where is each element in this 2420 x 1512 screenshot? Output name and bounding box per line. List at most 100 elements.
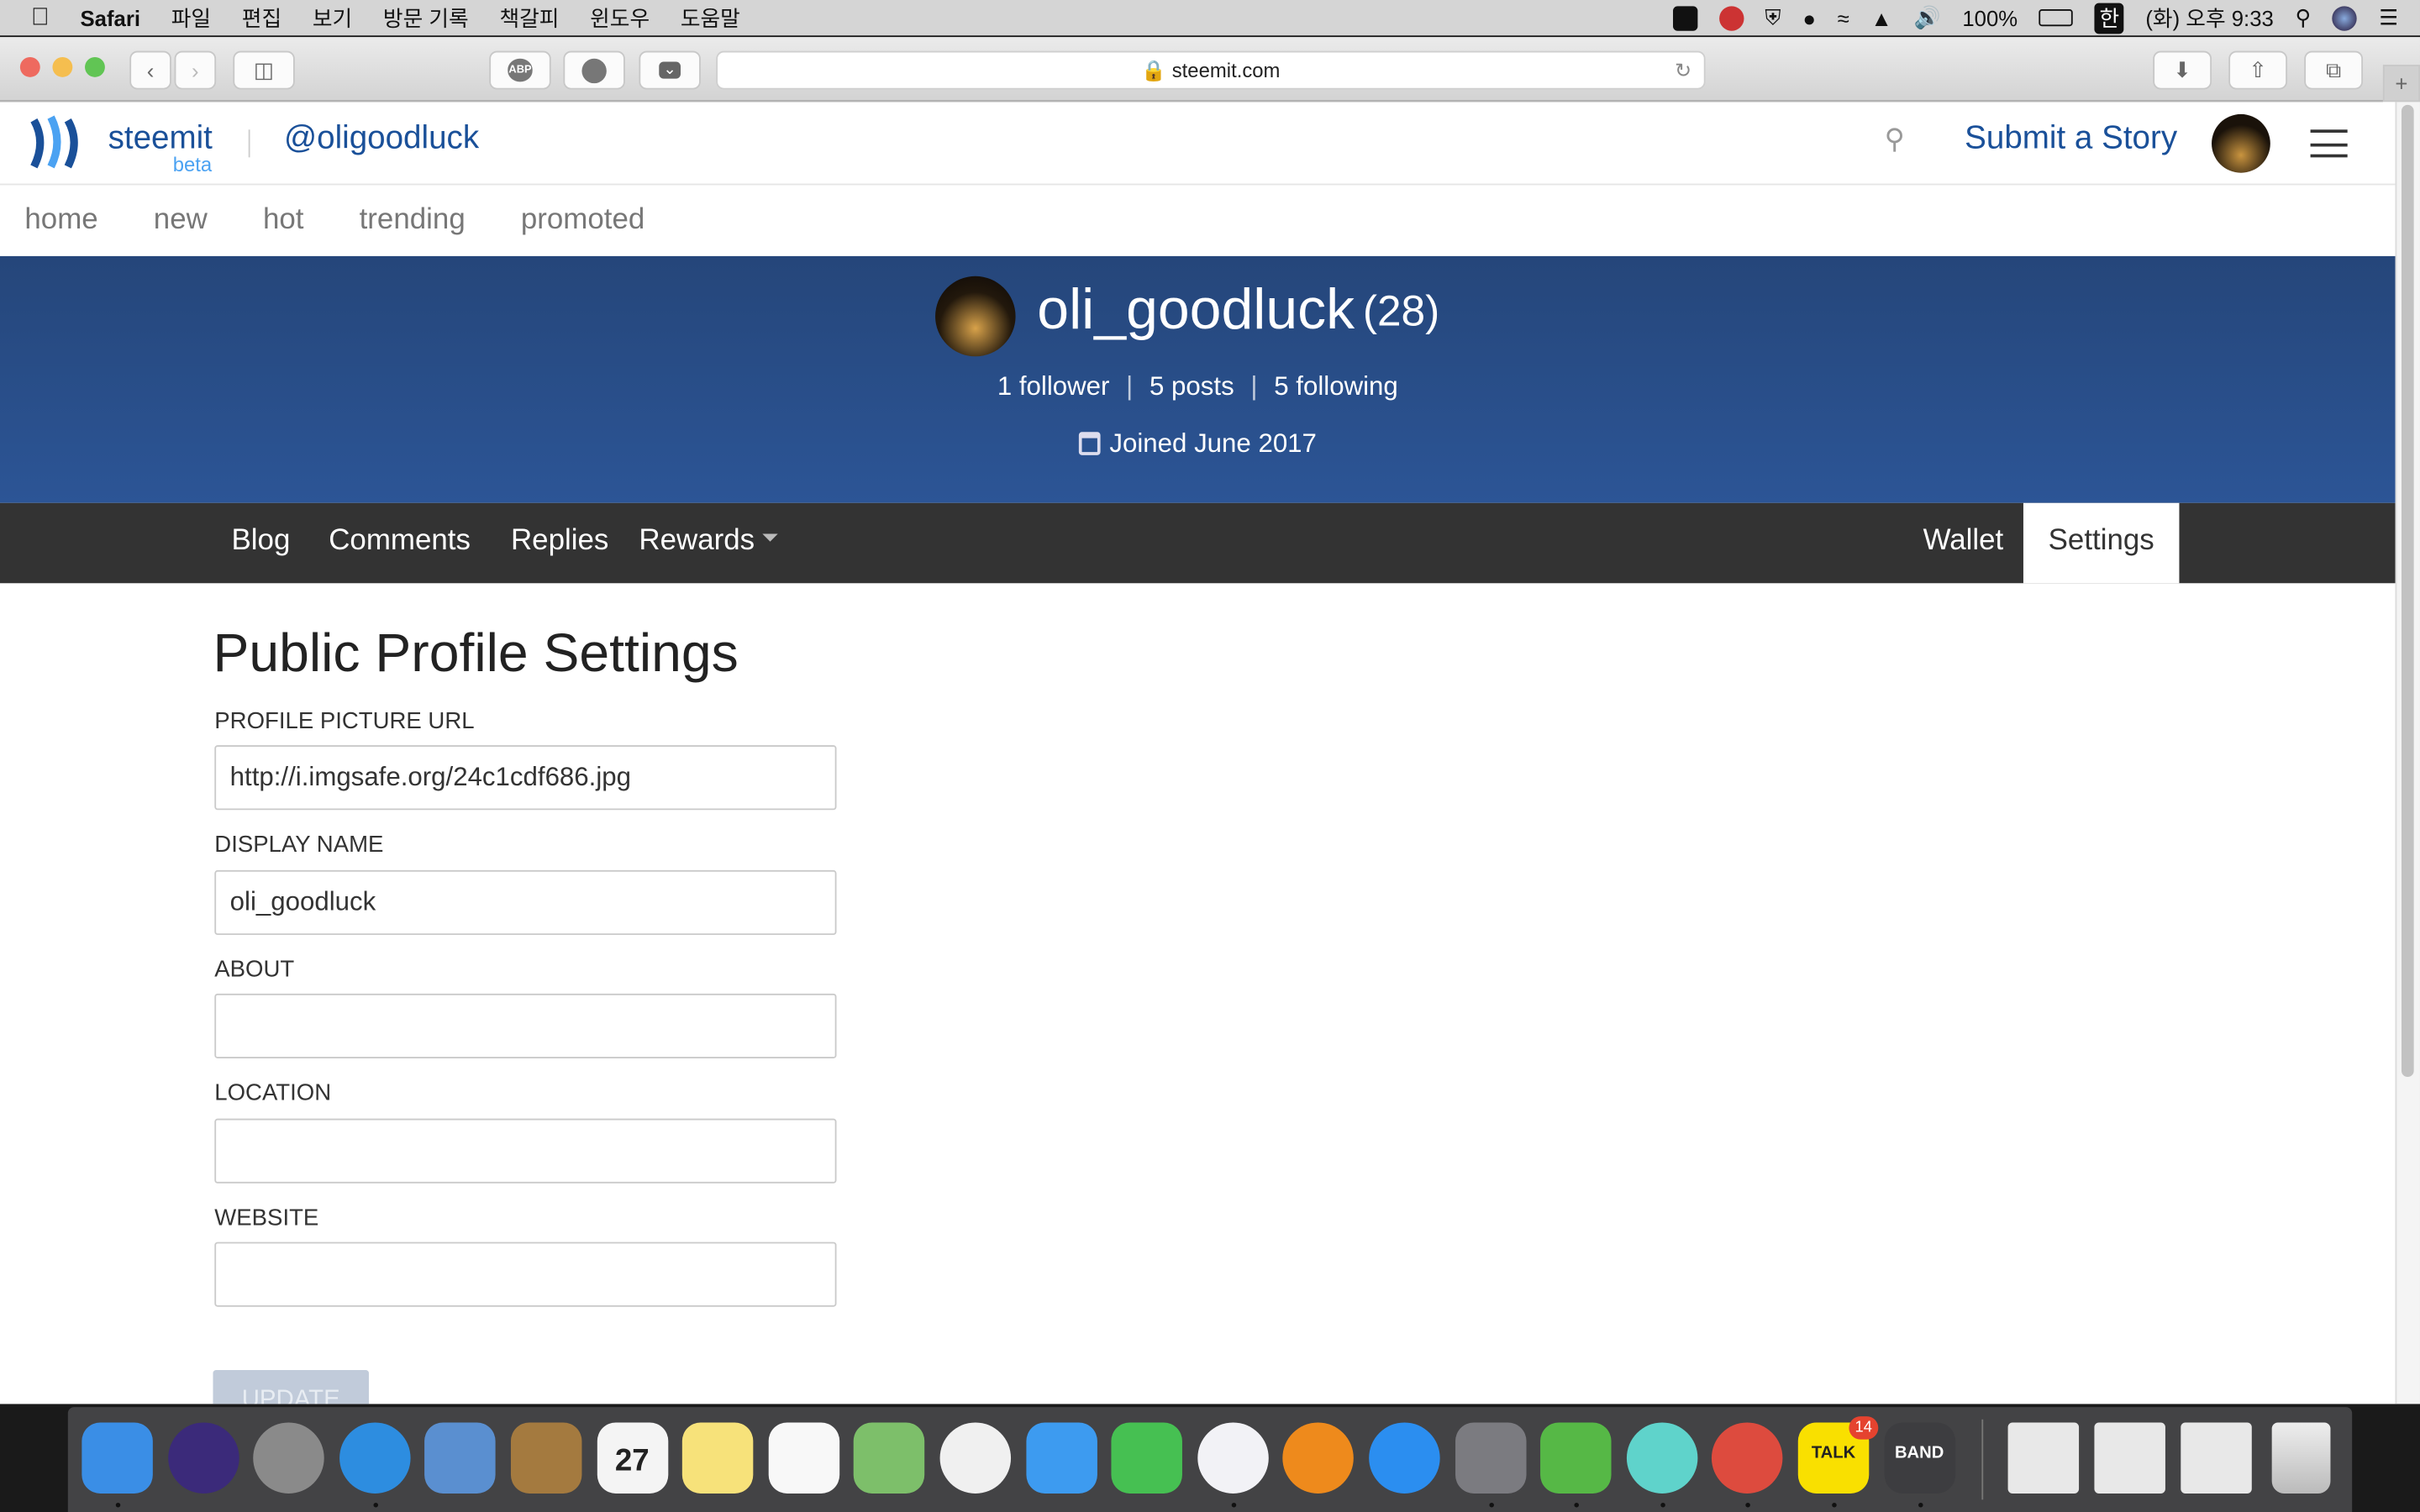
photos-dock-icon[interactable]: [939, 1422, 1012, 1494]
adblock-button[interactable]: ABP: [489, 50, 551, 90]
sidebar-button[interactable]: ◫: [233, 50, 295, 90]
teal-app-dock-icon[interactable]: [1626, 1422, 1698, 1494]
reminders-dock-icon[interactable]: [768, 1422, 839, 1494]
search-icon[interactable]: ⚲: [1885, 123, 1905, 156]
tab-blog[interactable]: Blog: [232, 503, 291, 584]
wifi-icon[interactable]: ≈: [1838, 5, 1849, 29]
following-link[interactable]: 5 following: [1274, 372, 1398, 402]
tab-wallet[interactable]: Wallet: [1923, 503, 2004, 584]
clock[interactable]: (화) 오후 9:33: [2145, 3, 2273, 34]
tab-comments[interactable]: Comments: [329, 503, 471, 584]
messages-dock-icon[interactable]: [1025, 1422, 1097, 1494]
reload-icon[interactable]: ↻: [1675, 52, 1691, 89]
tab-rewards[interactable]: Rewards: [639, 503, 755, 584]
finder-dock-icon[interactable]: [82, 1422, 153, 1494]
system-preferences-dock-icon[interactable]: [1455, 1422, 1526, 1494]
siri-icon[interactable]: [2333, 5, 2358, 30]
band-dock-icon[interactable]: BAND: [1883, 1422, 1955, 1494]
notes-dock-icon[interactable]: [682, 1422, 754, 1494]
tab-replies[interactable]: Replies: [511, 503, 608, 584]
profile-tabs: Blog Comments Replies Rewards Wallet Set…: [0, 502, 2396, 584]
update-button[interactable]: UPDATE: [213, 1370, 369, 1404]
launchpad-dock-icon[interactable]: [253, 1422, 325, 1494]
tab-settings[interactable]: Settings: [2023, 502, 2180, 584]
scrollbar-thumb[interactable]: [2401, 104, 2414, 1078]
running-indicator: [1574, 1502, 1580, 1508]
chrome-dock-icon[interactable]: [1712, 1422, 1784, 1494]
evernote-dock-icon[interactable]: [1540, 1422, 1612, 1494]
trash-icon[interactable]: [2271, 1422, 2331, 1494]
battery-icon[interactable]: [2039, 9, 2074, 27]
volume-icon[interactable]: 🔊: [1914, 5, 1941, 31]
forward-button[interactable]: ›: [174, 50, 217, 90]
menu-view[interactable]: 보기: [313, 3, 352, 34]
apple-menu-icon[interactable]: : [31, 4, 50, 32]
profile-picture-url-input[interactable]: http://i.imgsafe.org/24c1cdf686.jpg: [214, 745, 837, 811]
duckduckgo-button[interactable]: [563, 50, 625, 90]
submit-story-link[interactable]: Submit a Story: [1965, 120, 2177, 157]
ibooks-dock-icon[interactable]: [1283, 1422, 1355, 1494]
minimize-window-button[interactable]: [52, 56, 73, 77]
zoom-window-button[interactable]: [85, 56, 105, 77]
downloads-button[interactable]: ⬇: [2153, 50, 2212, 90]
location-input[interactable]: [214, 1118, 837, 1184]
menu-window[interactable]: 윈도우: [590, 3, 650, 34]
mail-dock-icon[interactable]: [424, 1422, 497, 1494]
address-bar[interactable]: 🔒 steemit.com ↻: [716, 50, 1706, 90]
spotlight-icon[interactable]: ⚲: [2296, 5, 2312, 31]
input-method[interactable]: 한: [2094, 2, 2124, 34]
evernote-icon[interactable]: ●: [1802, 5, 1816, 29]
menu-bookmarks[interactable]: 책갈피: [499, 3, 559, 34]
screenshots-stack-icon[interactable]: [2181, 1422, 2252, 1494]
notification-center-icon[interactable]: ☰: [2379, 5, 2398, 31]
itunes-dock-icon[interactable]: [1197, 1422, 1269, 1494]
dock-separator: [1981, 1419, 1984, 1500]
duckduckgo-icon: [581, 57, 607, 83]
menu-extra-icon[interactable]: [1672, 5, 1697, 30]
new-tab-button[interactable]: +: [2382, 65, 2420, 102]
notification-app-icon[interactable]: [1718, 5, 1744, 30]
menu-help[interactable]: 도움말: [681, 3, 740, 34]
app-store-dock-icon[interactable]: [1369, 1422, 1440, 1494]
airplay-icon[interactable]: ▲: [1870, 5, 1891, 29]
menu-edit[interactable]: 편집: [242, 3, 281, 34]
menu-history[interactable]: 방문 기록: [383, 3, 469, 34]
siri-dock-icon[interactable]: [167, 1422, 239, 1494]
menu-file[interactable]: 파일: [171, 3, 211, 34]
running-indicator: [373, 1502, 378, 1508]
profile-avatar: [935, 276, 1016, 357]
battery-percent[interactable]: 100%: [1962, 5, 2018, 29]
close-window-button[interactable]: [19, 56, 40, 77]
maps-dock-icon[interactable]: [854, 1422, 925, 1494]
kakaotalk-dock-icon[interactable]: TALK 14: [1797, 1416, 1879, 1494]
menu-app-name[interactable]: Safari: [81, 5, 140, 29]
share-button[interactable]: ⇧: [2228, 50, 2288, 90]
steemit-logo-icon[interactable]: [24, 114, 83, 173]
web-page: steemit beta @oligoodluck ⚲ Submit a Sto…: [0, 102, 2396, 1404]
display-name-input[interactable]: oli_goodluck: [214, 869, 837, 936]
followers-link[interactable]: 1 follower: [997, 372, 1110, 402]
steemit-logo-text[interactable]: steemit: [108, 120, 213, 157]
shield-icon[interactable]: ⛨: [1765, 5, 1781, 31]
website-input[interactable]: [214, 1242, 837, 1307]
macos-dock: 27 TALK 14 BAND: [67, 1407, 2353, 1512]
tabs-overview-button[interactable]: ⧉: [2304, 50, 2364, 90]
facetime-dock-icon[interactable]: [1111, 1422, 1183, 1494]
nav-new[interactable]: new: [154, 203, 208, 237]
hamburger-menu-icon[interactable]: [2310, 129, 2348, 158]
about-input[interactable]: [214, 993, 837, 1058]
nav-hot[interactable]: hot: [263, 203, 304, 237]
back-button[interactable]: ‹: [129, 50, 171, 90]
user-avatar[interactable]: [2212, 113, 2270, 173]
safari-dock-icon[interactable]: [339, 1422, 411, 1494]
documents-stack-icon[interactable]: [2094, 1422, 2165, 1494]
nav-home[interactable]: home: [24, 203, 97, 237]
calendar-dock-icon[interactable]: 27: [597, 1422, 668, 1494]
account-link[interactable]: @oligoodluck: [284, 120, 479, 157]
downloads-stack-icon[interactable]: [2007, 1422, 2080, 1494]
pocket-button[interactable]: ⌄: [639, 50, 701, 90]
contacts-dock-icon[interactable]: [510, 1422, 582, 1494]
nav-promoted[interactable]: promoted: [521, 203, 644, 237]
nav-trending[interactable]: trending: [360, 203, 466, 237]
notification-badge: 14: [1849, 1416, 1879, 1440]
